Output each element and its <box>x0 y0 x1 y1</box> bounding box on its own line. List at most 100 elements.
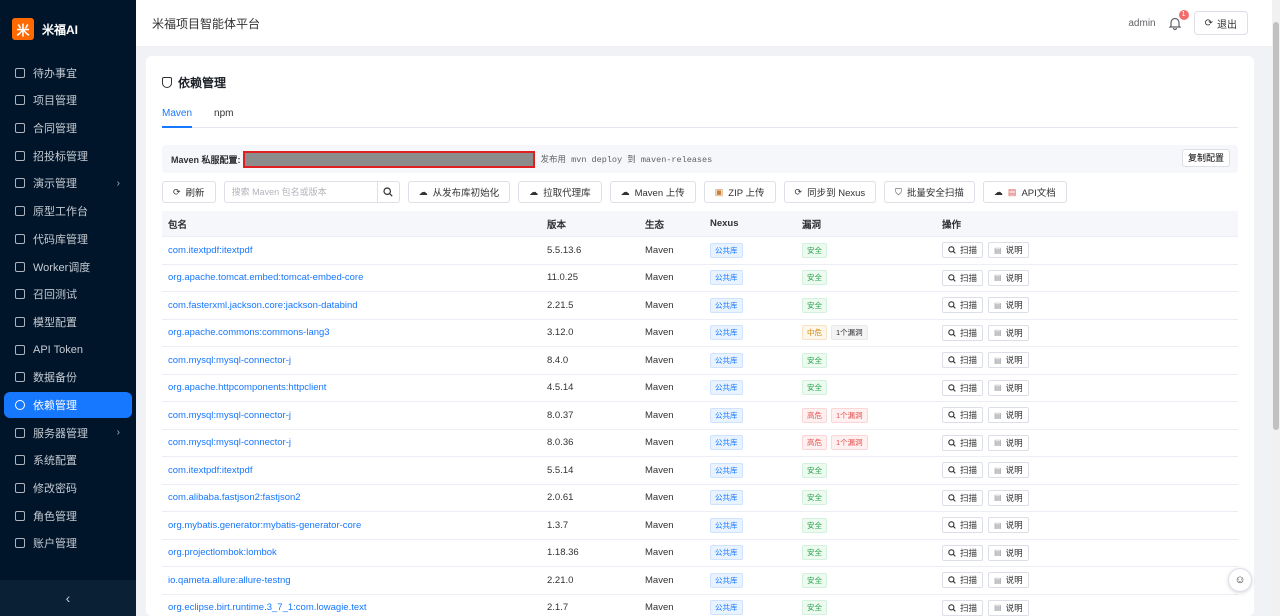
scan-button[interactable]: 扫描 <box>942 434 984 451</box>
doc-button[interactable]: ▤ 说明 <box>988 297 1029 314</box>
doc-button[interactable]: ▤ 说明 <box>988 379 1029 396</box>
scrollbar-thumb[interactable] <box>1273 22 1279 430</box>
sidebar-item-label: 代码库管理 <box>33 233 88 246</box>
copy-config-button[interactable]: 复制配置 <box>1181 149 1230 167</box>
sidebar-item-9[interactable]: 模型配置 <box>4 309 132 335</box>
scan-button[interactable]: 扫描 <box>942 407 984 424</box>
search-button[interactable] <box>377 181 400 203</box>
scan-label: 扫描 <box>960 410 978 421</box>
search-icon <box>948 246 956 255</box>
doc-button[interactable]: ▤ 说明 <box>988 599 1029 616</box>
scan-button[interactable]: 扫描 <box>942 599 984 616</box>
package-link[interactable]: com.alibaba.fastjson2:fastjson2 <box>168 492 301 503</box>
sidebar-collapse-button[interactable]: ‹ <box>0 580 136 616</box>
scan-button[interactable]: 扫描 <box>942 572 984 589</box>
package-link[interactable]: com.mysql:mysql-connector-j <box>168 437 291 448</box>
scan-button[interactable]: 扫描 <box>942 352 984 369</box>
package-link[interactable]: org.mybatis.generator:mybatis-generator-… <box>168 520 361 531</box>
scan-button[interactable]: 扫描 <box>942 379 984 396</box>
sidebar-item-8[interactable]: 召回测试 <box>4 281 132 307</box>
package-link[interactable]: com.mysql:mysql-connector-j <box>168 410 291 421</box>
search-icon <box>948 383 956 392</box>
sidebar-item-0[interactable]: 待办事宜 <box>4 60 132 86</box>
sidebar-item-15[interactable]: 修改密码 <box>4 475 132 501</box>
logout-button[interactable]: ⟳ 退出 <box>1193 11 1248 35</box>
ecosystem-cell: Maven <box>645 409 674 421</box>
tab-npm[interactable]: npm <box>214 104 233 128</box>
page-scrollbar[interactable] <box>1272 0 1280 616</box>
package-link[interactable]: org.eclipse.birt.runtime.3_7_1:com.lowag… <box>168 602 367 613</box>
sidebar-item-4[interactable]: 演示管理 › <box>4 170 132 196</box>
sidebar-item-17[interactable]: 账户管理 <box>4 530 132 556</box>
scan-button[interactable]: 扫描 <box>942 269 984 286</box>
doc-button[interactable]: ▤ 说明 <box>988 352 1029 369</box>
api-doc-button[interactable]: ☁ ▤ API文档 <box>982 181 1067 203</box>
package-link[interactable]: org.projectlombok:lombok <box>168 547 277 558</box>
sync-nexus-button[interactable]: ⟳ 同步到 Nexus <box>783 181 877 203</box>
scan-button[interactable]: 扫描 <box>942 324 984 341</box>
brand-logo: 米 <box>12 18 34 40</box>
sidebar-item-12[interactable]: 依赖管理 <box>4 391 132 418</box>
actions-cell: 扫描 ▤ 说明 <box>936 324 1238 341</box>
zip-upload-button[interactable]: ▣ ZIP 上传 <box>703 181 776 203</box>
vulnerability-cell: 安全 <box>796 517 936 533</box>
current-user[interactable]: admin <box>1128 18 1155 29</box>
doc-label: 说明 <box>1005 245 1023 256</box>
scan-button[interactable]: 扫描 <box>942 242 984 259</box>
doc-button[interactable]: ▤ 说明 <box>988 324 1029 341</box>
doc-button[interactable]: ▤ 说明 <box>988 544 1029 561</box>
ecosystem-cell: Maven <box>645 437 674 449</box>
tab-maven[interactable]: Maven <box>162 104 193 128</box>
header-actions: admin 1 ⟳ 退出 <box>1128 10 1248 35</box>
sidebar-item-11[interactable]: 数据备份 <box>4 364 132 390</box>
package-link[interactable]: org.apache.commons:commons-lang3 <box>168 327 330 338</box>
sidebar-item-5[interactable]: 原型工作台 <box>4 198 132 224</box>
package-link[interactable]: com.itextpdf:itextpdf <box>168 245 252 256</box>
refresh-label: 刷新 <box>185 188 205 199</box>
bell-icon[interactable]: 1 <box>1168 10 1189 31</box>
doc-button[interactable]: ▤ 说明 <box>988 269 1029 286</box>
doc-button[interactable]: ▤ 说明 <box>988 489 1029 506</box>
doc-button[interactable]: ▤ 说明 <box>988 462 1029 479</box>
notification-badge: 1 <box>1178 10 1189 20</box>
package-link[interactable]: com.mysql:mysql-connector-j <box>168 355 291 366</box>
refresh-button[interactable]: ⟳ 刷新 <box>162 181 216 203</box>
scan-button[interactable]: 扫描 <box>942 544 984 561</box>
sidebar-item-13[interactable]: 服务器管理 › <box>4 420 132 446</box>
maven-upload-button[interactable]: ☁ Maven 上传 <box>609 181 696 203</box>
pull-proxy-button[interactable]: ☁ 拉取代理库 <box>518 181 602 203</box>
scan-label: 扫描 <box>960 437 978 448</box>
doc-button[interactable]: ▤ 说明 <box>988 242 1029 259</box>
search-input[interactable] <box>223 181 378 203</box>
scan-button[interactable]: 扫描 <box>942 297 984 314</box>
sidebar-item-6[interactable]: 代码库管理 <box>4 226 132 252</box>
refresh-icon: ⟳ <box>173 186 181 197</box>
package-link[interactable]: org.apache.tomcat.embed:tomcat-embed-cor… <box>168 272 363 283</box>
scan-button[interactable]: 扫描 <box>942 489 984 506</box>
package-link[interactable]: com.itextpdf:itextpdf <box>168 465 252 476</box>
sidebar-item-3[interactable]: 招投标管理 <box>4 143 132 169</box>
assistant-float-button[interactable]: ☺ <box>1228 568 1252 592</box>
init-from-release-button[interactable]: ☁ 从发布库初始化 <box>407 181 511 203</box>
package-name-cell: org.mybatis.generator:mybatis-generator-… <box>162 520 541 531</box>
package-link[interactable]: com.fasterxml.jackson.core:jackson-datab… <box>168 300 358 311</box>
doc-button[interactable]: ▤ 说明 <box>988 407 1029 424</box>
package-link[interactable]: org.apache.httpcomponents:httpclient <box>168 382 326 393</box>
sidebar-item-16[interactable]: 角色管理 <box>4 503 132 529</box>
sidebar-item-10[interactable]: API Token <box>4 337 132 363</box>
sidebar-item-14[interactable]: 系统配置 <box>4 447 132 473</box>
doc-button[interactable]: ▤ 说明 <box>988 572 1029 589</box>
doc-button[interactable]: ▤ 说明 <box>988 434 1029 451</box>
doc-button[interactable]: ▤ 说明 <box>988 517 1029 534</box>
sidebar-item-1[interactable]: 项目管理 <box>4 87 132 113</box>
brand[interactable]: 米 米福AI <box>0 0 136 58</box>
sidebar-item-label: 修改密码 <box>33 483 77 495</box>
vulnerability-count-tag: 1个漏洞 <box>831 325 868 341</box>
sidebar-menu: 待办事宜 项目管理 合同管理 招投标管理 演示管理 › 原型工作台代码库管理 Worker调度… <box>0 60 136 557</box>
scan-button[interactable]: 扫描 <box>942 462 984 479</box>
sidebar-item-2[interactable]: 合同管理 <box>4 115 132 141</box>
sidebar-item-7[interactable]: Worker调度 <box>4 254 132 280</box>
batch-scan-button[interactable]: ⛉ 批量安全扫描 <box>884 181 975 203</box>
package-link[interactable]: io.qameta.allure:allure-testng <box>168 575 291 586</box>
scan-button[interactable]: 扫描 <box>942 517 984 534</box>
